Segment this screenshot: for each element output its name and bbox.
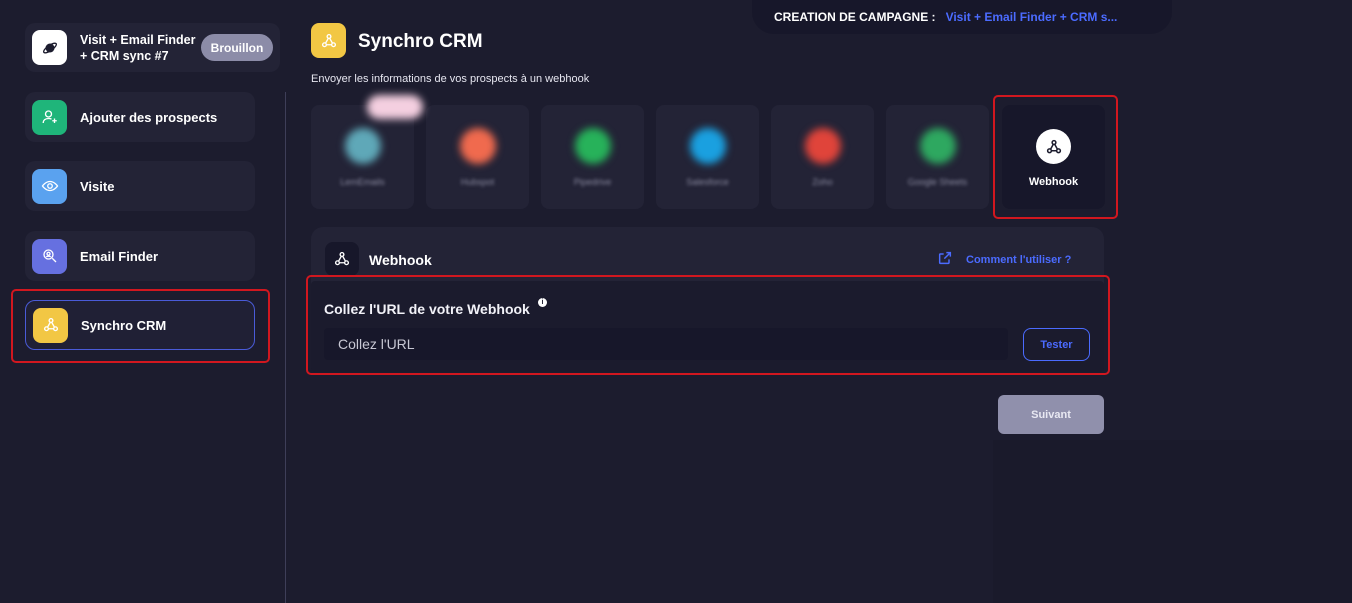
integration-logo-icon — [689, 128, 726, 164]
campaign-header: CREATION DE CAMPAGNE : Visit + Email Fin… — [752, 0, 1172, 34]
page-title: Synchro CRM — [358, 31, 483, 52]
integration-logo-icon — [574, 128, 611, 164]
integration-label: Salesforce — [686, 177, 729, 187]
app-root: CREATION DE CAMPAGNE : Visit + Email Fin… — [0, 0, 1352, 603]
campaign-card[interactable]: Visit + Email Finder + CRM sync #7 Broui… — [25, 23, 280, 72]
sidebar-item-label: Visite — [80, 178, 115, 194]
blurred-tag — [367, 95, 423, 119]
user-plus-icon — [32, 99, 67, 135]
sidebar-item-label: Email Finder — [80, 248, 159, 264]
integration-logo-icon — [804, 128, 841, 164]
sidebar-divider — [285, 92, 286, 603]
sidebar-item-email-finder[interactable]: Email Finder — [25, 231, 255, 281]
campaign-title: Visit + Email Finder + CRM sync #7 — [80, 32, 196, 63]
next-button[interactable]: Suivant — [998, 395, 1104, 434]
integration-logo-icon — [459, 128, 496, 164]
planet-icon — [32, 30, 67, 65]
search-user-icon — [32, 238, 67, 274]
integration-card[interactable]: Google Sheets — [886, 105, 989, 209]
integration-card[interactable]: Pipedrive — [541, 105, 644, 209]
integration-logo-icon — [344, 128, 381, 164]
webhook-icon — [325, 242, 359, 276]
webhook-icon — [311, 23, 346, 58]
status-badge: Brouillon — [201, 34, 273, 61]
integration-card[interactable]: Salesforce — [656, 105, 759, 209]
integration-label: Pipedrive — [573, 177, 612, 187]
integration-label: Hubspot — [460, 177, 495, 187]
highlight-box-url — [306, 275, 1110, 375]
sidebar-item-add-prospects[interactable]: Ajouter des prospects — [25, 92, 255, 142]
integration-card[interactable]: LemEmails — [311, 105, 414, 209]
external-link-icon — [937, 250, 953, 269]
integration-logo-icon — [919, 128, 956, 164]
integration-card[interactable]: Hubspot — [426, 105, 529, 209]
integration-label: Zoho — [812, 177, 833, 187]
help-link[interactable]: Comment l'utiliser ? — [937, 250, 1071, 269]
eye-icon — [32, 168, 67, 204]
integration-label: Google Sheets — [907, 177, 968, 187]
campaign-header-label: CREATION DE CAMPAGNE : — [774, 10, 936, 24]
panel-title: Webhook — [369, 252, 432, 268]
page-subtitle: Envoyer les informations de vos prospect… — [311, 73, 590, 85]
sidebar-item-label: Ajouter des prospects — [80, 109, 218, 125]
highlight-box-sidebar — [11, 289, 270, 363]
integration-card[interactable]: Zoho — [771, 105, 874, 209]
campaign-header-name[interactable]: Visit + Email Finder + CRM s... — [946, 10, 1118, 24]
highlight-box-webhook — [993, 95, 1118, 219]
integration-label: LemEmails — [340, 177, 385, 187]
sidebar-item-visit[interactable]: Visite — [25, 161, 255, 211]
help-link-text: Comment l'utiliser ? — [966, 253, 1072, 266]
background-shade — [993, 440, 1352, 603]
